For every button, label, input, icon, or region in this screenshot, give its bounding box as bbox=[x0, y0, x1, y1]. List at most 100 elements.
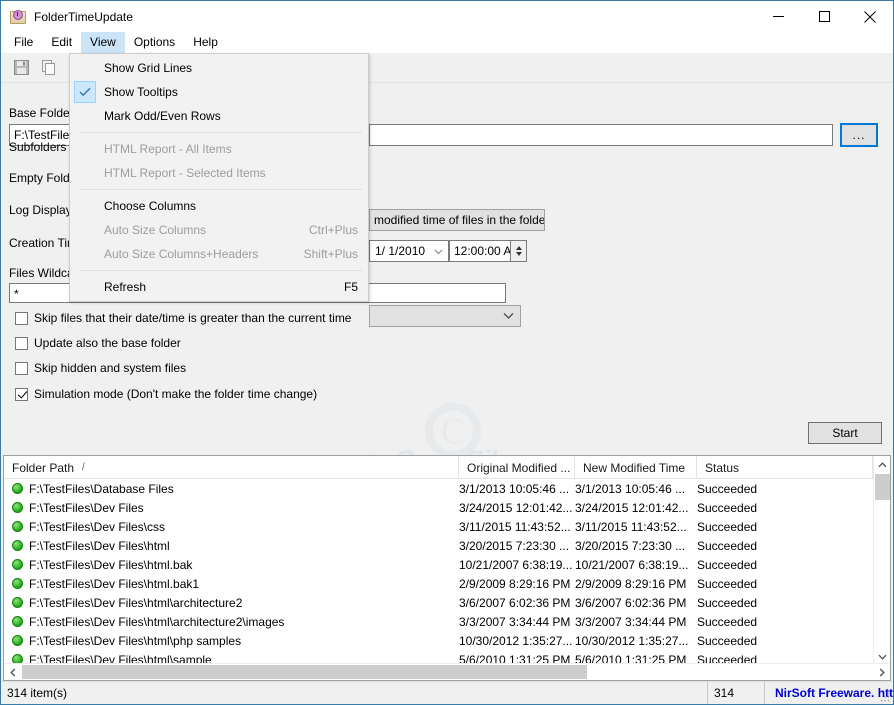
menu-separator bbox=[80, 189, 362, 190]
application-window: FolderTimeUpdate File Edit View Options … bbox=[0, 0, 894, 705]
scroll-up-icon[interactable] bbox=[874, 456, 890, 473]
maximize-button[interactable] bbox=[801, 1, 847, 32]
time-stepper[interactable] bbox=[511, 240, 527, 262]
status-ok-icon bbox=[12, 597, 23, 608]
menu-item-choose-columns[interactable]: Choose Columns bbox=[70, 194, 368, 218]
status-selected-count: 314 bbox=[708, 682, 765, 704]
column-header-status[interactable]: Status bbox=[697, 456, 873, 479]
table-row[interactable]: F:\TestFiles\Dev Files\html\php samples … bbox=[4, 631, 873, 650]
minimize-button[interactable] bbox=[755, 1, 801, 32]
checkbox-box[interactable] bbox=[15, 311, 28, 325]
menu-edit[interactable]: Edit bbox=[42, 32, 81, 53]
menu-item-label: HTML Report - All Items bbox=[104, 142, 232, 156]
log-display-combo[interactable] bbox=[369, 305, 521, 327]
menu-item-show-grid-lines[interactable]: Show Grid Lines bbox=[70, 56, 368, 80]
scroll-right-icon[interactable] bbox=[873, 664, 890, 680]
column-header-folder-path[interactable]: Folder Path / bbox=[4, 456, 459, 479]
column-header-new-modified-time[interactable]: New Modified Time bbox=[575, 456, 697, 479]
menu-item-auto-size-columns-headers[interactable]: Auto Size Columns+Headers Shift+Plus bbox=[70, 242, 368, 266]
table-row[interactable]: F:\TestFiles\Database Files 3/1/2013 10:… bbox=[4, 479, 873, 498]
log-display-label: Log Display: bbox=[9, 203, 76, 217]
menu-item-label: Auto Size Columns+Headers bbox=[104, 247, 259, 261]
cell-status: Succeeded bbox=[697, 481, 758, 496]
checkbox-box[interactable] bbox=[15, 387, 28, 401]
status-ok-icon bbox=[12, 635, 23, 646]
skip-future-files-checkbox[interactable]: Skip files that their date/time is great… bbox=[15, 311, 351, 325]
menu-help[interactable]: Help bbox=[184, 32, 227, 53]
stepper-up-icon[interactable] bbox=[515, 246, 522, 250]
cell-status: Succeeded bbox=[697, 500, 758, 515]
menu-item-label: Refresh bbox=[104, 280, 147, 294]
menu-separator bbox=[80, 270, 362, 271]
horizontal-scroll-thumb[interactable] bbox=[22, 665, 587, 679]
sort-indicator-icon: / bbox=[82, 462, 85, 473]
menu-view[interactable]: View bbox=[81, 32, 125, 53]
cell-status: Succeeded bbox=[697, 519, 758, 534]
menu-item-auto-size-columns[interactable]: Auto Size Columns Ctrl+Plus bbox=[70, 218, 368, 242]
modified-source-value: modified time of files in the folde bbox=[374, 213, 545, 227]
time-picker[interactable]: 12:00:00 AM bbox=[449, 240, 511, 262]
status-nirsoft-link[interactable]: NirSoft Freeware. http bbox=[765, 682, 893, 704]
checkbox-label: Update also the base folder bbox=[34, 336, 181, 350]
table-row[interactable]: F:\TestFiles\Dev Files\html\architecture… bbox=[4, 593, 873, 612]
start-button[interactable]: Start bbox=[808, 422, 882, 444]
creation-time-label: Creation Tim bbox=[9, 236, 78, 250]
cell-folder-path: F:\TestFiles\Database Files bbox=[29, 481, 174, 496]
status-ok-icon bbox=[12, 616, 23, 627]
chevron-down-icon bbox=[503, 309, 514, 323]
cell-folder-path: F:\TestFiles\Dev Files\html bbox=[29, 538, 170, 553]
table-row[interactable]: F:\TestFiles\Dev Files\html\architecture… bbox=[4, 612, 873, 631]
column-header-original-modified[interactable]: Original Modified ... bbox=[459, 456, 575, 479]
table-row[interactable]: F:\TestFiles\Dev Files\html.bak 10/21/20… bbox=[4, 555, 873, 574]
menu-item-show-tooltips[interactable]: Show Tooltips bbox=[70, 80, 368, 104]
cell-original-modified: 10/21/2007 6:38:19... bbox=[459, 557, 573, 572]
status-ok-icon bbox=[12, 540, 23, 551]
cell-original-modified: 3/3/2007 3:34:44 PM bbox=[459, 614, 571, 629]
menu-item-mark-odd-even-rows[interactable]: Mark Odd/Even Rows bbox=[70, 104, 368, 128]
vertical-scrollbar[interactable] bbox=[873, 456, 890, 665]
horizontal-scrollbar[interactable] bbox=[4, 663, 890, 680]
menu-item-html-report-all-items[interactable]: HTML Report - All Items bbox=[70, 137, 368, 161]
cell-original-modified: 3/1/2013 10:05:46 ... bbox=[459, 481, 570, 496]
cell-original-modified: 3/20/2015 7:23:30 ... bbox=[459, 538, 570, 553]
cell-new-modified: 3/20/2015 7:23:30 ... bbox=[575, 538, 686, 553]
resize-grip[interactable] bbox=[879, 690, 891, 702]
menu-item-refresh[interactable]: Refresh F5 bbox=[70, 275, 368, 299]
simulation-mode-checkbox[interactable]: Simulation mode (Don't make the folder t… bbox=[15, 387, 317, 401]
modified-source-combo[interactable]: modified time of files in the folde bbox=[369, 209, 545, 231]
status-ok-icon bbox=[12, 578, 23, 589]
cell-original-modified: 3/11/2015 11:43:52... bbox=[459, 519, 571, 534]
scroll-left-icon[interactable] bbox=[4, 664, 21, 680]
cell-original-modified: 10/30/2012 1:35:27... bbox=[459, 633, 573, 648]
menu-item-shortcut: F5 bbox=[343, 280, 358, 294]
vertical-scroll-thumb[interactable] bbox=[875, 474, 890, 500]
table-row[interactable]: F:\TestFiles\Dev Files\css 3/11/2015 11:… bbox=[4, 517, 873, 536]
date-picker[interactable]: 1/ 1/2010 bbox=[369, 240, 449, 262]
menu-bar: File Edit View Options Help bbox=[1, 32, 893, 53]
checkbox-box[interactable] bbox=[15, 336, 28, 350]
close-button[interactable] bbox=[847, 1, 893, 32]
table-row[interactable]: F:\TestFiles\Dev Files\html 3/20/2015 7:… bbox=[4, 536, 873, 555]
base-folder-input-right[interactable] bbox=[369, 124, 833, 146]
table-row[interactable]: F:\TestFiles\Dev Files 3/24/2015 12:01:4… bbox=[4, 498, 873, 517]
menu-item-html-report-selected-items[interactable]: HTML Report - Selected Items bbox=[70, 161, 368, 185]
skip-hidden-system-checkbox[interactable]: Skip hidden and system files bbox=[15, 361, 186, 375]
menu-options[interactable]: Options bbox=[125, 32, 184, 53]
menu-separator bbox=[80, 132, 362, 133]
browse-button[interactable]: ... bbox=[840, 123, 878, 147]
table-row[interactable]: F:\TestFiles\Dev Files\html.bak1 2/9/200… bbox=[4, 574, 873, 593]
cell-original-modified: 2/9/2009 8:29:16 PM bbox=[459, 576, 571, 591]
cell-status: Succeeded bbox=[697, 557, 758, 572]
cell-original-modified: 3/24/2015 12:01:42... bbox=[459, 500, 573, 515]
save-icon[interactable] bbox=[9, 56, 33, 80]
cell-new-modified: 3/1/2013 10:05:46 ... bbox=[575, 481, 686, 496]
copy-icon[interactable] bbox=[36, 56, 60, 80]
menu-item-label: Mark Odd/Even Rows bbox=[104, 109, 221, 123]
view-menu-dropdown: Show Grid Lines Show Tooltips Mark Odd/E… bbox=[69, 53, 369, 302]
menu-file[interactable]: File bbox=[5, 32, 42, 53]
stepper-down-icon[interactable] bbox=[515, 252, 522, 256]
checkbox-box[interactable] bbox=[15, 361, 28, 375]
cell-status: Succeeded bbox=[697, 614, 758, 629]
checkbox-label: Simulation mode (Don't make the folder t… bbox=[34, 387, 318, 401]
update-base-folder-checkbox[interactable]: Update also the base folder bbox=[15, 336, 181, 350]
